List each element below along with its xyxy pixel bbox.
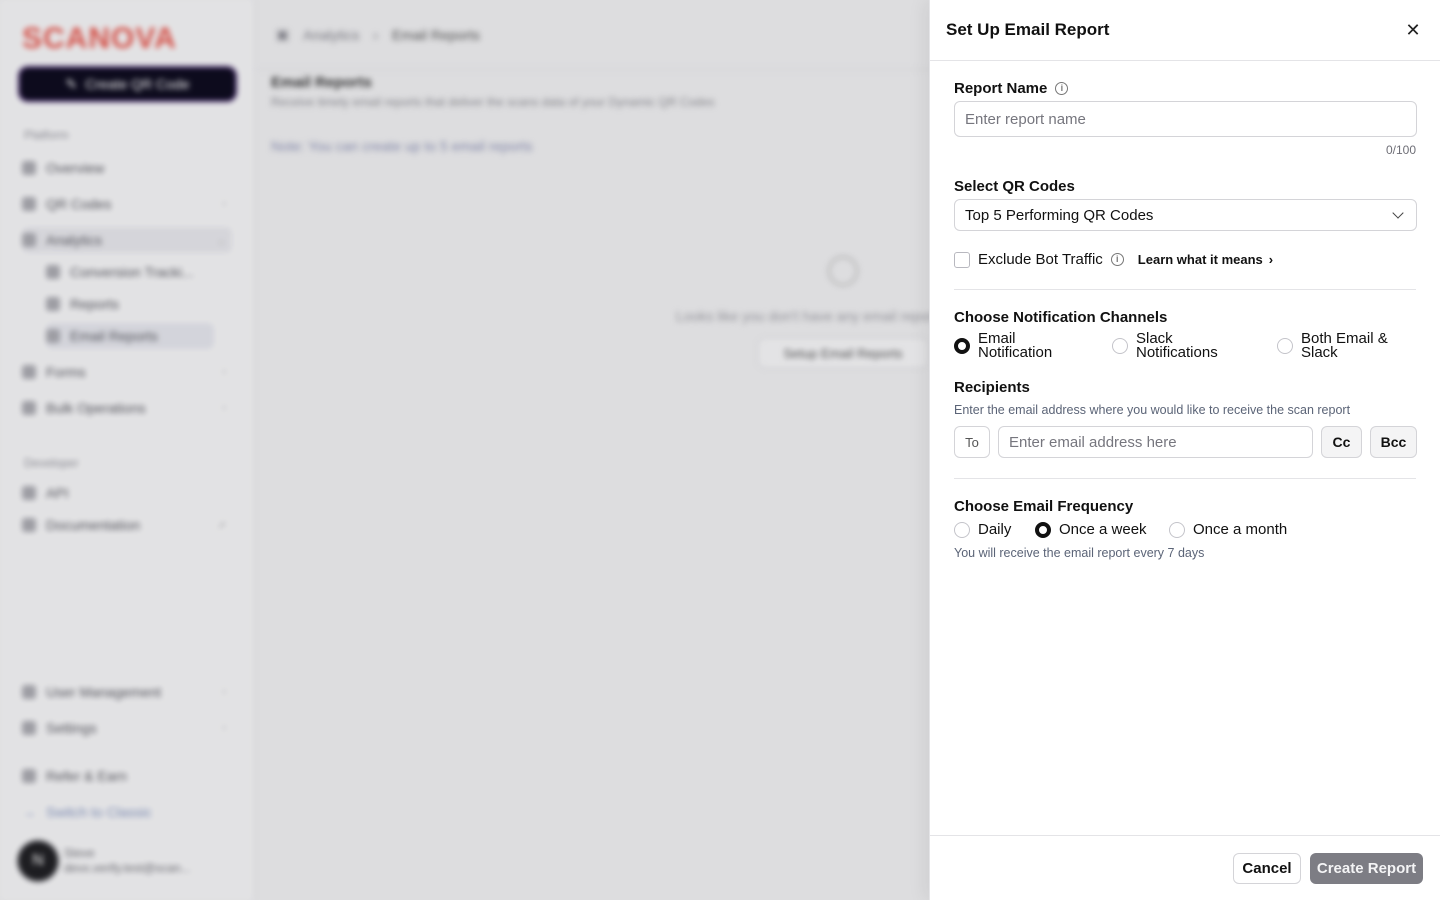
info-icon[interactable]: i [1055, 82, 1069, 95]
channel-label-line2: Slack [1301, 344, 1338, 361]
channel-option-both[interactable]: Both Email & Slack [1277, 331, 1388, 361]
channel-label-line2: Notifications [1136, 344, 1218, 361]
channel-option-label: Both Email & Slack [1301, 331, 1388, 361]
exclude-bot-checkbox[interactable] [954, 251, 970, 268]
info-icon[interactable]: i [1110, 253, 1124, 266]
both-notification-radio[interactable] [1277, 338, 1293, 354]
report-name-counter: 0/100 [1385, 143, 1416, 157]
weekly-radio[interactable] [1035, 521, 1051, 538]
qr-codes-selected-value: Top 5 Performing QR Codes [965, 206, 1154, 224]
chevron-down-icon [1392, 207, 1404, 219]
frequency-option-daily[interactable]: Daily [954, 521, 1011, 538]
channel-option-slack[interactable]: Slack Notifications [1112, 331, 1218, 361]
recipient-email-input[interactable] [998, 426, 1313, 458]
learn-link-label: Learn what it means [1137, 252, 1263, 267]
divider [954, 289, 1416, 290]
chevron-right-icon: › [1268, 252, 1274, 267]
close-icon[interactable]: ✕ [1402, 19, 1424, 41]
exclude-bot-label: Exclude Bot Traffic [978, 251, 1103, 268]
frequency-option-monthly[interactable]: Once a month [1169, 521, 1287, 538]
learn-bot-traffic-link[interactable]: Learn what it means › [1138, 252, 1273, 267]
channel-option-label: Slack Notifications [1136, 331, 1218, 361]
recipients-label: Recipients [954, 379, 1030, 396]
frequency-option-label: Once a week [1059, 521, 1147, 538]
create-report-button[interactable]: Create Report [1310, 853, 1423, 884]
channel-option-email[interactable]: Email Notification [954, 331, 1053, 361]
monthly-radio[interactable] [1169, 521, 1185, 538]
slack-notification-radio[interactable] [1112, 338, 1128, 354]
channel-label-line2: Notification [978, 344, 1053, 361]
frequency-option-label: Daily [978, 521, 1012, 538]
to-label: To [954, 426, 990, 458]
report-name-label-row: Report Name i [954, 80, 1069, 97]
cancel-button[interactable]: Cancel [1233, 853, 1301, 884]
email-report-drawer: Set Up Email Report ✕ Report Name i 0/10… [929, 0, 1440, 900]
cc-button[interactable]: Cc [1321, 426, 1362, 458]
frequency-option-weekly[interactable]: Once a week [1035, 521, 1147, 538]
exclude-bot-row: Exclude Bot Traffic i Learn what it mean… [954, 251, 1273, 268]
drawer-footer: Cancel Create Report [930, 835, 1440, 900]
frequency-help: You will receive the email report every … [954, 546, 1205, 560]
select-qr-codes-label: Select QR Codes [954, 178, 1075, 195]
channel-option-label: Email Notification [978, 331, 1053, 361]
recipients-help: Enter the email address where you would … [954, 403, 1351, 417]
report-name-label: Report Name [954, 80, 1048, 97]
bcc-button[interactable]: Bcc [1370, 426, 1417, 458]
notification-channels-label: Choose Notification Channels [954, 309, 1168, 326]
qr-codes-select[interactable]: Top 5 Performing QR Codes [954, 199, 1417, 231]
drawer-header: Set Up Email Report ✕ [930, 0, 1440, 61]
email-frequency-label: Choose Email Frequency [954, 498, 1134, 515]
drawer-title: Set Up Email Report [946, 20, 1110, 39]
divider [954, 478, 1416, 479]
daily-radio[interactable] [954, 521, 970, 538]
frequency-option-label: Once a month [1193, 521, 1288, 538]
report-name-input[interactable] [954, 101, 1417, 137]
email-notification-radio[interactable] [954, 338, 970, 354]
